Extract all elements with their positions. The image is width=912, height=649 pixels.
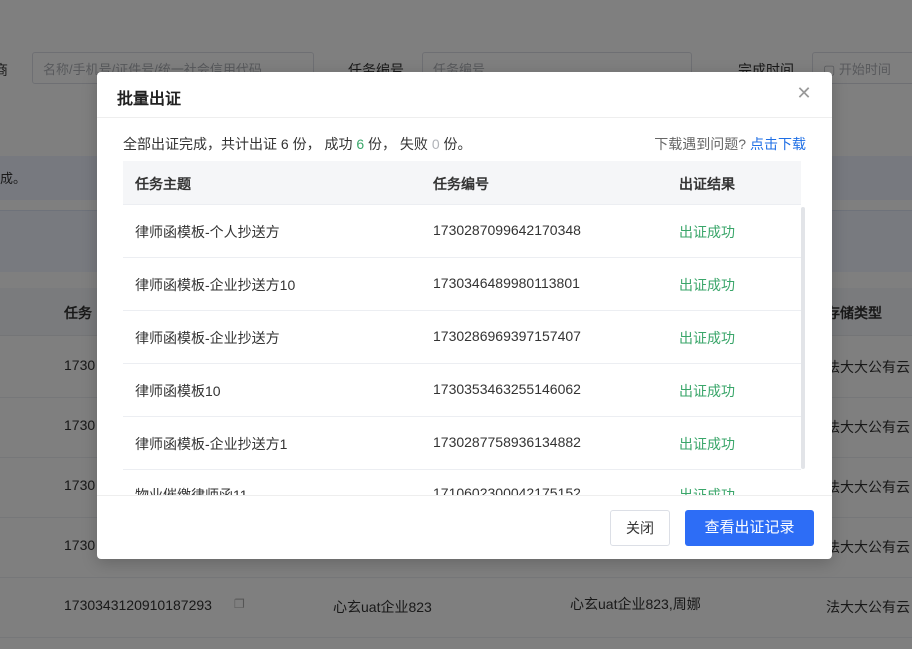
summary-mid1: 份， 成功: [288, 136, 357, 152]
th-task-no: 任务编号: [433, 176, 489, 192]
cell-result: 出证成功: [679, 224, 735, 240]
cell-result: 出证成功: [679, 277, 735, 293]
table-row: 物业催缴律师函11 1710602300042175152 出证成功: [123, 470, 801, 495]
cell-task-no: 1730287099642170348: [433, 222, 581, 238]
table-row: 律师函模板10 1730353463255146062 出证成功: [123, 364, 801, 417]
summary-success-count: 6: [356, 136, 365, 152]
cell-task-no: 1730286969397157407: [433, 328, 581, 344]
th-subject: 任务主题: [135, 176, 191, 192]
summary-failed-count: 0: [431, 136, 440, 152]
dialog-title: 批量出证: [117, 91, 182, 108]
table-row: 律师函模板-企业抄送方 1730286969397157407 出证成功: [123, 311, 801, 364]
cell-result: 出证成功: [679, 383, 735, 399]
summary-prefix: 全部出证完成，共计出证: [123, 136, 281, 152]
table-header: 任务主题 任务编号 出证结果: [123, 161, 801, 205]
cell-subject: 律师函模板-企业抄送方1: [135, 436, 288, 452]
table-row: 律师函模板-企业抄送方10 1730346489980113801 出证成功: [123, 258, 801, 311]
cell-result: 出证成功: [679, 436, 735, 452]
cell-subject: 律师函模板-企业抄送方: [135, 330, 280, 346]
cell-subject: 律师函模板-个人抄送方: [135, 224, 280, 240]
cell-task-no: 1730346489980113801: [433, 275, 580, 291]
download-help: 下载遇到问题? 点击下载: [654, 134, 806, 154]
cell-result: 出证成功: [679, 487, 735, 495]
summary-text: 全部出证完成，共计出证 6 份， 成功 6 份， 失败 0 份。: [123, 134, 472, 154]
close-button[interactable]: 关闭: [610, 510, 670, 546]
table-row: 律师函模板-企业抄送方1 1730287758936134882 出证成功: [123, 417, 801, 470]
close-icon[interactable]: ✕: [794, 83, 814, 103]
cell-subject: 律师函模板10: [135, 383, 221, 399]
table-row: 律师函模板-个人抄送方 1730287099642170348 出证成功: [123, 205, 801, 258]
result-table: 任务主题 任务编号 出证结果 律师函模板-个人抄送方 1730287099642…: [123, 161, 801, 495]
view-records-button[interactable]: 查看出证记录: [685, 510, 814, 546]
help-question: 下载遇到问题?: [654, 136, 746, 152]
cell-subject: 物业催缴律师函11: [135, 487, 248, 495]
batch-certificate-dialog: 批量出证 ✕ 全部出证完成，共计出证 6 份， 成功 6 份， 失败 0 份。 …: [97, 72, 832, 559]
cell-task-no: 1730353463255146062: [433, 381, 581, 397]
summary-total: 6: [280, 136, 289, 152]
download-link[interactable]: 点击下载: [750, 136, 806, 152]
cell-subject: 律师函模板-企业抄送方10: [135, 277, 296, 293]
cell-result: 出证成功: [679, 330, 735, 346]
th-result: 出证结果: [679, 176, 735, 192]
dialog-header: 批量出证 ✕: [97, 72, 832, 118]
table-scrollbar[interactable]: [801, 207, 805, 469]
summary-mid2: 份， 失败: [364, 136, 432, 152]
cell-task-no: 1710602300042175152: [433, 485, 581, 495]
dialog-footer: 关闭 查看出证记录: [97, 495, 832, 559]
cell-task-no: 1730287758936134882: [433, 434, 581, 450]
summary-suffix: 份。: [439, 136, 472, 152]
